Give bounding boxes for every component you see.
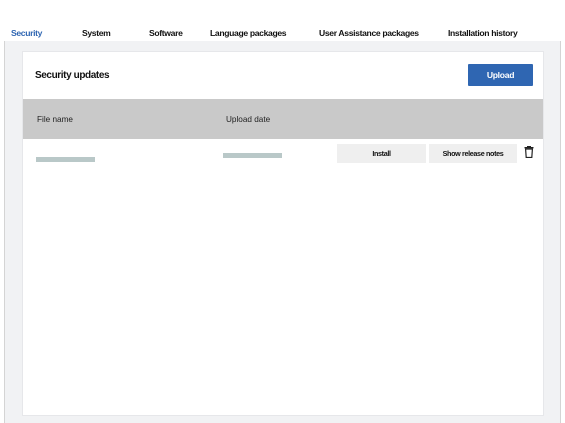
tab-security[interactable]: Security xyxy=(11,28,42,38)
column-header-file-name: File name xyxy=(37,115,73,124)
panel-title: Security updates xyxy=(35,70,110,81)
table-row: Install Show release notes xyxy=(23,144,543,164)
trash-icon[interactable] xyxy=(524,145,534,159)
tab-software[interactable]: Software xyxy=(149,28,183,38)
table-header: File name Upload date xyxy=(23,99,543,139)
upload-date-placeholder xyxy=(223,153,282,158)
tab-language-packages[interactable]: Language packages xyxy=(210,28,287,38)
frame-border-left xyxy=(4,41,5,423)
tab-installation-history[interactable]: Installation history xyxy=(448,28,518,38)
tab-system[interactable]: System xyxy=(82,28,111,38)
column-header-upload-date: Upload date xyxy=(226,115,271,124)
file-name-placeholder xyxy=(36,157,95,162)
tab-user-assistance-packages[interactable]: User Assistance packages xyxy=(319,28,419,38)
tab-bar: Security System Software Language packag… xyxy=(0,0,565,41)
install-button[interactable]: Install xyxy=(337,144,426,163)
security-updates-panel: Security updates Upload File name Upload… xyxy=(22,51,544,416)
show-release-notes-button[interactable]: Show release notes xyxy=(429,144,517,163)
upload-button[interactable]: Upload xyxy=(468,64,533,86)
frame-border-right xyxy=(560,41,561,423)
